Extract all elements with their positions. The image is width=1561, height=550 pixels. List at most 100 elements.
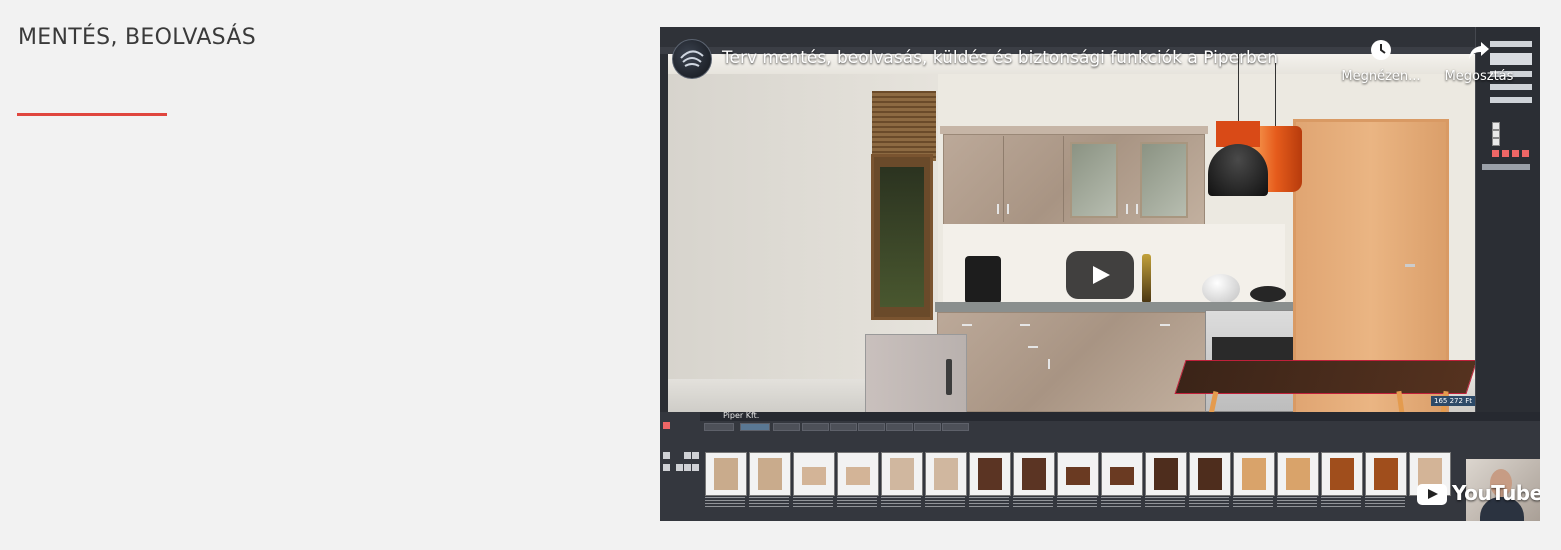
- glass-cabinet-door: [1140, 142, 1188, 218]
- play-button[interactable]: [1066, 251, 1134, 299]
- furniture-thumbnail[interactable]: [1321, 452, 1363, 496]
- window: [871, 154, 933, 320]
- dining-table: [1174, 360, 1475, 394]
- title-underline: [17, 113, 167, 116]
- window-blind: [872, 91, 936, 161]
- watch-later-label: Megnézen...: [1341, 69, 1421, 84]
- side-control[interactable]: [684, 464, 691, 471]
- frying-pan: [1250, 286, 1286, 302]
- side-control[interactable]: [684, 452, 691, 459]
- furniture-thumbnail[interactable]: [1233, 452, 1275, 496]
- thumbnail-label: [925, 497, 965, 509]
- video-player[interactable]: 165 272 Ft Terv mentés, beolvasás, küldé…: [660, 27, 1540, 521]
- left-toolbar: [660, 54, 668, 412]
- thumbnail-label: [881, 497, 921, 509]
- cabinet-handle: [1160, 324, 1170, 326]
- thumbnail-label: [969, 497, 1009, 509]
- category-tab[interactable]: [942, 423, 969, 431]
- door-handle: [1405, 264, 1415, 267]
- side-control[interactable]: [663, 422, 670, 429]
- color-swatch[interactable]: [1502, 150, 1509, 157]
- panel-field: [1490, 84, 1532, 90]
- upper-cabinet-door: [1003, 136, 1064, 222]
- panel-field: [1490, 97, 1532, 103]
- furniture-library-panel: Piper Kft.: [660, 411, 1540, 521]
- color-swatch[interactable]: [1512, 150, 1519, 157]
- thumbnail-label: [793, 497, 833, 509]
- thumbnail-label: [1321, 497, 1361, 509]
- furniture-thumbnail[interactable]: [1189, 452, 1231, 496]
- cabinet-handle: [1020, 324, 1030, 326]
- youtube-play-icon: [1417, 484, 1447, 505]
- furniture-thumbnail[interactable]: [793, 452, 835, 496]
- category-tab[interactable]: [914, 423, 941, 431]
- glass-cabinet-door: [1070, 142, 1118, 218]
- cabinet-handle: [1136, 204, 1138, 214]
- furniture-thumbnail[interactable]: [1277, 452, 1319, 496]
- cabinet-handle: [997, 204, 999, 214]
- furniture-thumbnail[interactable]: [925, 452, 967, 496]
- furniture-thumbnail[interactable]: [837, 452, 879, 496]
- piper-logo-icon: [680, 50, 704, 67]
- furniture-thumbnail[interactable]: [1365, 452, 1407, 496]
- furniture-thumbnail[interactable]: [881, 452, 923, 496]
- category-tab[interactable]: [740, 423, 770, 431]
- furniture-thumbnail[interactable]: [1057, 452, 1099, 496]
- category-tab[interactable]: [773, 423, 800, 431]
- thumbnail-label: [1189, 497, 1229, 509]
- thumbnail-label: [837, 497, 877, 509]
- video-title[interactable]: Terv mentés, beolvasás, küldés és bizton…: [722, 48, 1278, 68]
- lower-cabinets: [937, 312, 1209, 412]
- side-control[interactable]: [692, 464, 699, 471]
- youtube-logo[interactable]: YouTube: [1452, 481, 1540, 505]
- cabinet-handle: [1028, 346, 1038, 348]
- furniture-thumbnail[interactable]: [1145, 452, 1187, 496]
- thumbnail-label: [1365, 497, 1405, 509]
- bottle: [1142, 254, 1151, 302]
- library-header: [700, 412, 1540, 421]
- color-swatch[interactable]: [1522, 150, 1529, 157]
- thumbnail-label: [1013, 497, 1053, 509]
- share-label: Megosztás: [1444, 69, 1514, 84]
- cabinet-handle: [962, 324, 972, 326]
- panel-field: [1482, 164, 1530, 170]
- panel-checkbox[interactable]: [1492, 138, 1500, 146]
- thumbnail-label: [1057, 497, 1097, 509]
- furniture-thumbnail[interactable]: [705, 452, 747, 496]
- category-tab[interactable]: [830, 423, 857, 431]
- side-control[interactable]: [676, 464, 683, 471]
- watch-later-button[interactable]: Megnézen...: [1338, 39, 1424, 84]
- side-control[interactable]: [663, 464, 670, 471]
- side-control[interactable]: [663, 452, 670, 459]
- furniture-thumbnail[interactable]: [1101, 452, 1143, 496]
- kitchen-render: [660, 54, 1475, 412]
- category-tab[interactable]: [704, 423, 734, 431]
- category-tab[interactable]: [886, 423, 913, 431]
- thumbnail-label: [749, 497, 789, 509]
- furniture-thumbnail[interactable]: [1013, 452, 1055, 496]
- channel-logo[interactable]: [672, 39, 712, 79]
- fridge-handle: [946, 359, 952, 395]
- category-tab[interactable]: [858, 423, 885, 431]
- price-tag: 165 272 Ft: [1431, 396, 1475, 406]
- thumbnail-label: [1233, 497, 1273, 509]
- thumbnail-label: [1145, 497, 1185, 509]
- panel-checkbox[interactable]: [1492, 130, 1500, 138]
- color-swatch[interactable]: [1492, 150, 1499, 157]
- share-button[interactable]: Megosztás: [1436, 39, 1522, 84]
- clock-icon: [1371, 40, 1391, 60]
- coffee-machine: [965, 256, 1001, 304]
- cabinet-handle: [1048, 359, 1050, 369]
- side-control[interactable]: [692, 452, 699, 459]
- cooking-pot: [1202, 274, 1240, 304]
- black-pendant-lamp: [1208, 144, 1268, 196]
- furniture-thumbnail[interactable]: [969, 452, 1011, 496]
- cabinet-handle: [1007, 204, 1009, 214]
- share-arrow-icon: [1469, 42, 1489, 59]
- thumbnail-label: [1277, 497, 1317, 509]
- thumbnail-label: [1101, 497, 1141, 509]
- category-tab[interactable]: [802, 423, 829, 431]
- upper-cabinet-cornice: [940, 126, 1208, 134]
- furniture-thumbnail[interactable]: [749, 452, 791, 496]
- panel-checkbox[interactable]: [1492, 122, 1500, 130]
